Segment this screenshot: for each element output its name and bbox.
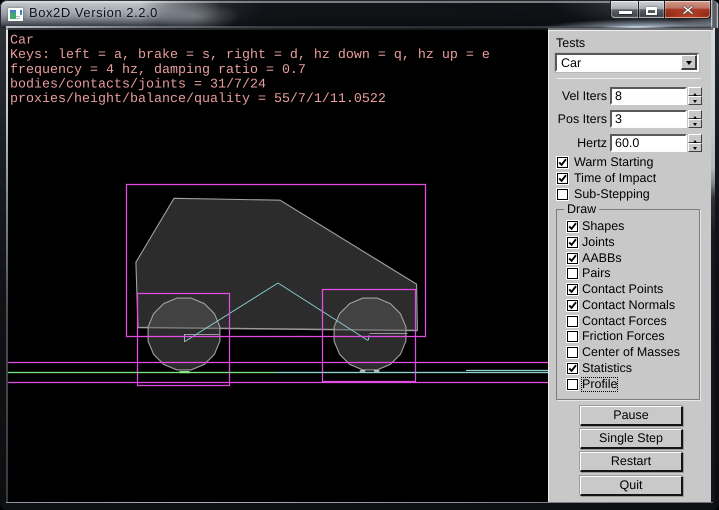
svg-text:proxies/height/balance/quality: proxies/height/balance/quality = 55/7/1/…	[10, 92, 386, 107]
svg-text:frequency = 4 hz, damping rati: frequency = 4 hz, damping ratio = 0.7	[10, 63, 306, 78]
svg-text:Car: Car	[10, 34, 34, 49]
svg-text:Keys: left = a, brake = s, rig: Keys: left = a, brake = s, right = d, hz…	[10, 48, 490, 63]
svg-text:bodies/contacts/joints = 31/7/: bodies/contacts/joints = 31/7/24	[10, 77, 266, 92]
